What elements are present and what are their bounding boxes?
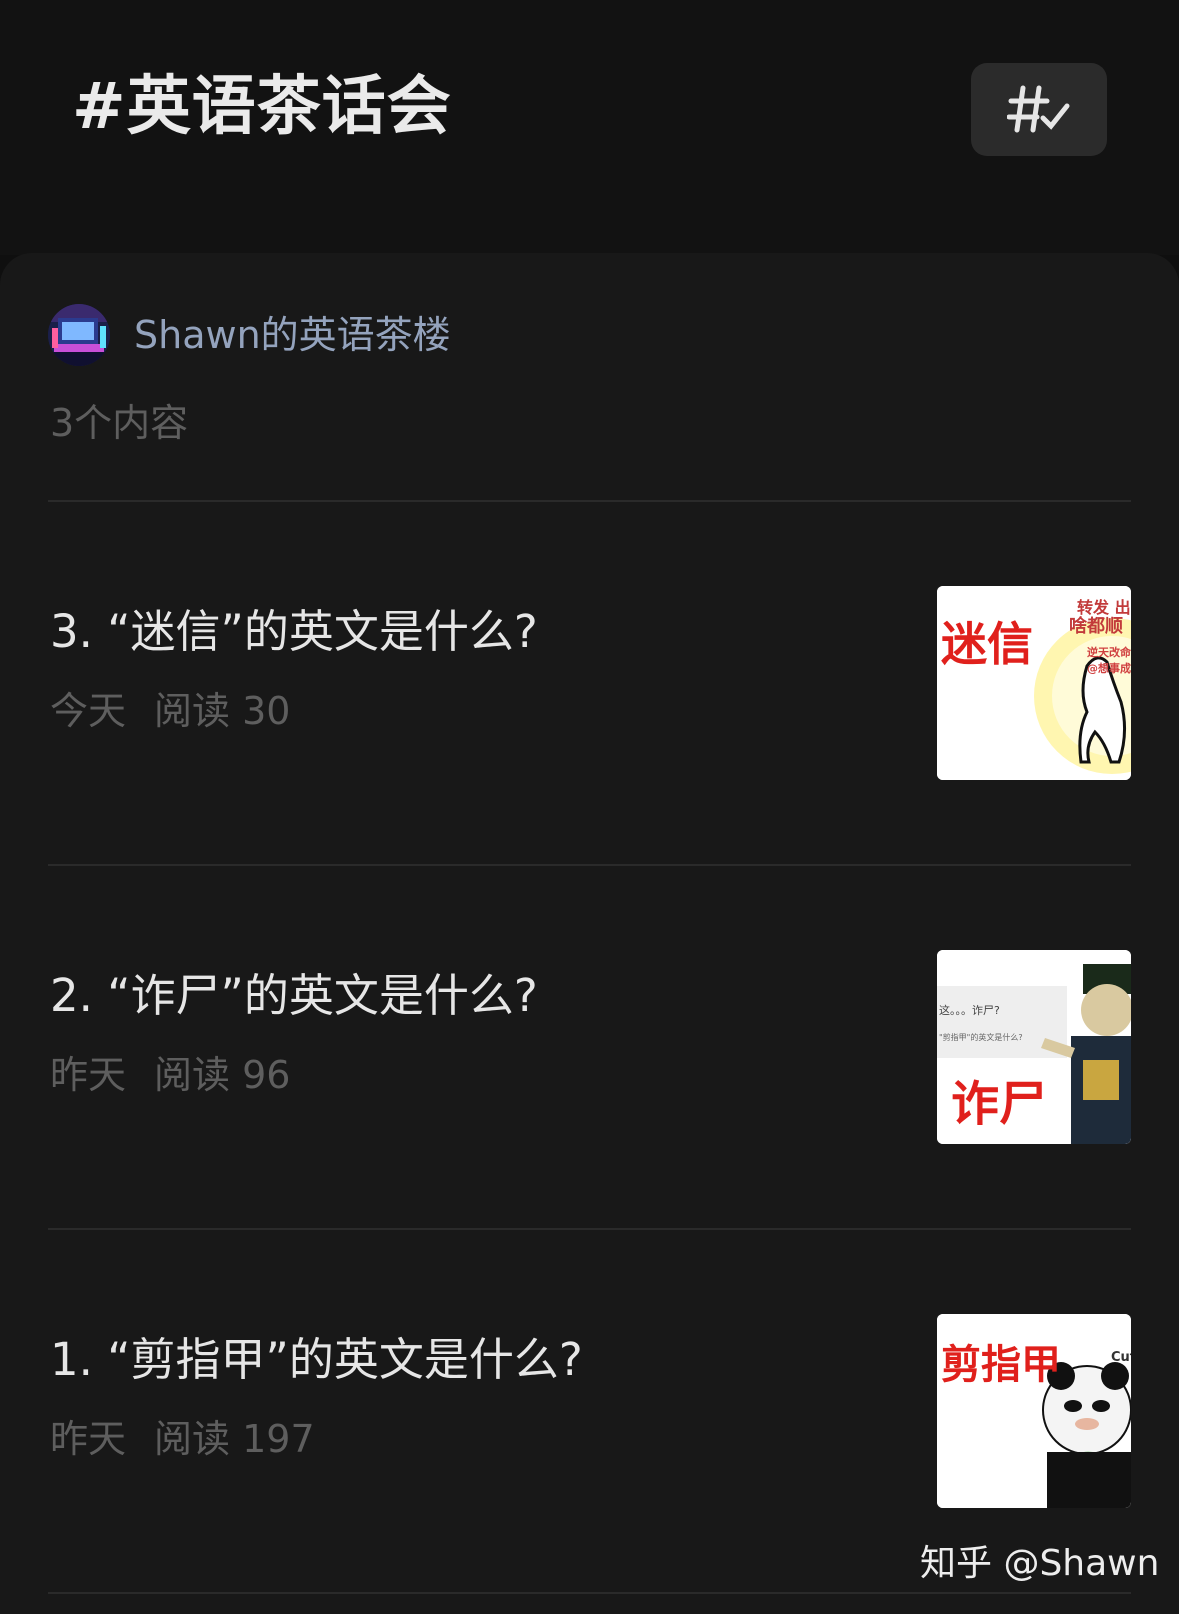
item-reads: 阅读 197 bbox=[154, 1417, 315, 1461]
list-item[interactable]: 2. “诈尸”的英文是什么? 昨天 阅读 96 这。。。诈尸? "剪指甲"的英文是… bbox=[0, 866, 1179, 1228]
thumbnail-small-text: Cut bbox=[1111, 1350, 1131, 1365]
author-name[interactable]: Shawn的英语茶楼 bbox=[134, 303, 451, 367]
thumbnail-small-text: 啥都顺 bbox=[1069, 616, 1123, 637]
list-item[interactable]: 3. “迷信”的英文是什么? 今天 阅读 30 迷信 转发 出 啥都顺 逆天改命 … bbox=[0, 502, 1179, 864]
item-thumbnail[interactable]: 这。。。诈尸? "剪指甲"的英文是什么? 诈尸 bbox=[937, 950, 1131, 1144]
thumbnail-caption: 诈尸 bbox=[951, 1076, 1048, 1132]
thumbnail-caption: 迷信 bbox=[941, 617, 1033, 671]
thumbnail-small-text: @想事成 bbox=[1087, 662, 1131, 675]
hashtag-check-icon bbox=[1007, 85, 1070, 132]
item-meta: 今天 阅读 30 bbox=[50, 684, 290, 738]
item-title[interactable]: 2. “诈尸”的英文是什么? bbox=[50, 964, 538, 1028]
watermark: 知乎 @Shawn bbox=[920, 1543, 1160, 1584]
header: #英语茶话会 bbox=[0, 0, 1179, 255]
item-reads: 阅读 96 bbox=[154, 1053, 291, 1097]
item-date: 今天 bbox=[50, 689, 127, 733]
collection-card: Shawn的英语茶楼 3个内容 3. “迷信”的英文是什么? 今天 阅读 30 迷… bbox=[0, 253, 1179, 1614]
thumbnail-caption: 剪指甲 bbox=[941, 1342, 1061, 1388]
author-row[interactable]: Shawn的英语茶楼 bbox=[48, 303, 451, 367]
avatar[interactable] bbox=[48, 304, 110, 366]
thumbnail-small-text: "剪指甲"的英文是什么? bbox=[939, 1033, 1023, 1042]
thumbnail-small-text: 逆天改命 bbox=[1087, 646, 1131, 659]
thumbnail-small-text: 这。。。诈尸? bbox=[939, 1004, 1000, 1017]
content-count: 3个内容 bbox=[50, 401, 189, 445]
item-date: 昨天 bbox=[50, 1417, 127, 1461]
item-title[interactable]: 3. “迷信”的英文是什么? bbox=[50, 600, 538, 664]
collection-title: #英语茶话会 bbox=[72, 70, 452, 144]
item-meta: 昨天 阅读 96 bbox=[50, 1048, 290, 1102]
item-title[interactable]: 1. “剪指甲”的英文是什么? bbox=[50, 1328, 583, 1392]
item-date: 昨天 bbox=[50, 1053, 127, 1097]
item-meta: 昨天 阅读 197 bbox=[50, 1412, 315, 1466]
item-thumbnail[interactable]: 剪指甲 Cut bbox=[937, 1314, 1131, 1508]
divider bbox=[48, 1592, 1131, 1594]
item-thumbnail[interactable]: 迷信 转发 出 啥都顺 逆天改命 @想事成 bbox=[937, 586, 1131, 780]
hashtag-button[interactable] bbox=[971, 63, 1107, 156]
item-reads: 阅读 30 bbox=[154, 689, 291, 733]
